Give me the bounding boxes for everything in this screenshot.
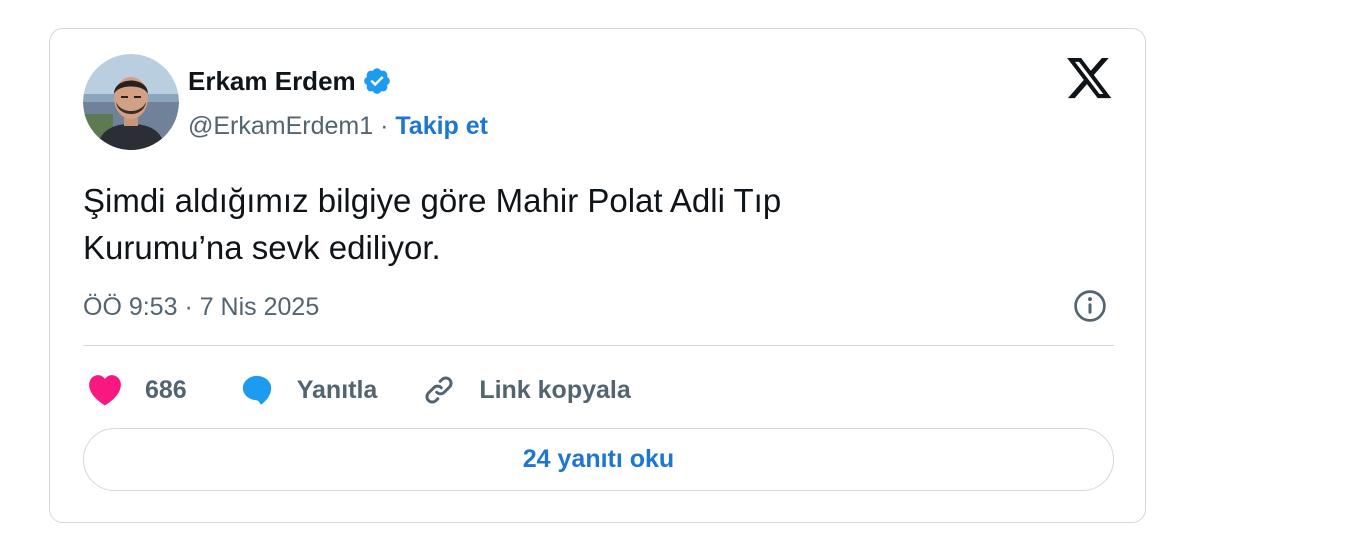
read-replies-button[interactable]: 24 yanıtı oku [83,428,1114,491]
divider [83,345,1114,346]
separator-dot: · [380,112,389,140]
author-name-row: Erkam Erdem [188,65,392,97]
speech-bubble-icon [242,375,271,405]
x-logo-icon[interactable] [1067,58,1113,100]
author-name[interactable]: Erkam Erdem [188,65,356,97]
avatar[interactable] [83,54,179,150]
link-icon [425,376,453,404]
follow-link[interactable]: Takip et [395,112,488,140]
tweet-actions: 686 Yanıtla Link kopyala [87,368,631,412]
info-icon[interactable] [1072,288,1108,324]
tweet-text-line: Şimdi aldığımız bilgiye göre Mahir Polat… [83,182,782,219]
verified-badge-icon [363,68,390,94]
embedded-tweet-card: Erkam Erdem @ErkamErdem1 · Takip et Şimd… [49,28,1146,523]
heart-icon [89,375,121,406]
like-button[interactable]: 686 [87,374,187,406]
read-replies-label: 24 yanıtı oku [522,445,675,473]
author-handle-row: @ErkamErdem1 · Takip et [188,110,488,142]
tweet-text: Şimdi aldığımız bilgiye göre Mahir Polat… [83,177,983,271]
tweet-timestamp[interactable]: ÖÖ 9:53 · 7 Nis 2025 [83,291,319,323]
author-handle[interactable]: @ErkamErdem1 [188,112,373,140]
copy-link-button[interactable]: Link kopyala [421,372,631,408]
tweet-text-line: Kurumu’na sevk ediliyor. [83,229,441,266]
reply-button[interactable]: Yanıtla [239,373,378,407]
reply-label: Yanıtla [296,375,378,404]
copy-link-label: Link kopyala [479,375,631,404]
like-count: 686 [145,375,187,404]
